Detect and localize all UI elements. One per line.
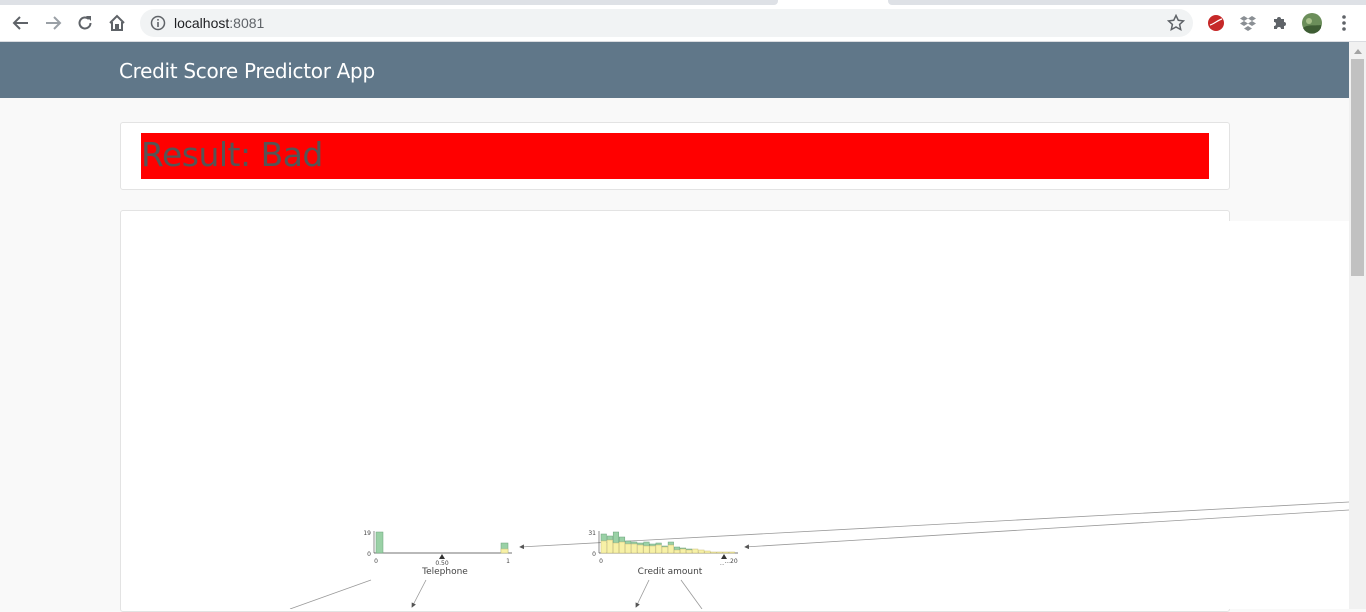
histogram-bar [612,531,619,544]
histogram-bar [619,541,626,554]
histogram-bar [606,535,613,541]
histogram-bar [643,545,650,554]
feature-label: Credit amount [638,567,703,577]
histogram-bar [600,540,607,554]
count-max-label: 19 [363,530,371,537]
page-scrollbar[interactable] [1349,42,1366,609]
histogram-bar [643,541,650,547]
histogram-bar [728,551,735,554]
histogram-bar [637,544,644,554]
histogram-bar [686,549,693,554]
scroll-up-arrow-icon[interactable] [1349,44,1366,58]
tree-edge [411,579,427,608]
split-value-label: 0.50 [435,560,449,567]
histogram-bar [631,543,638,554]
tree-node-telephone[interactable]: 19 0 0 0.50 1 Telephone [363,530,512,577]
tree-node-credit-amount[interactable]: 31 0 0 ... ...20 Credit amount [588,530,738,577]
count-max-label: 31 [588,530,596,537]
histogram-bar [704,550,711,554]
histogram-bar [631,541,638,545]
credit-amount-histogram [600,531,735,554]
histogram-bar [655,544,662,554]
scrollbar-thumb[interactable] [1351,59,1364,276]
histogram-bar [655,542,662,546]
histogram-bar [710,551,717,554]
tree-edge [680,579,703,609]
histogram-bar [716,551,723,554]
histogram-bar [619,536,626,543]
histogram-bar [698,549,705,554]
decision-tree-svg: 19 0 0 0.50 1 Telephone 31 0 0 ... ...20… [289,501,1349,609]
histogram-bar [680,548,687,554]
histogram-bar [637,542,644,546]
count-min-label: 0 [367,551,371,558]
x-min-label: 0 [374,558,378,565]
histogram-bar [625,540,632,545]
histogram-bar [600,533,607,542]
histogram-bar [649,543,656,547]
histogram-bar [625,543,632,554]
tree-edge [635,579,650,608]
histogram-bar [673,549,680,554]
histogram-bar [692,548,699,554]
histogram-bar [661,546,668,554]
tree-edge [289,579,372,609]
histogram-bar [500,548,509,554]
count-min-label: 0 [592,551,596,558]
histogram-bar [722,551,729,554]
histogram-bar [667,544,674,554]
histogram-bar [612,542,619,554]
histogram-bar [375,531,384,554]
tree-edge [744,509,1349,550]
histogram-bar [667,541,674,546]
split-marker [439,554,445,559]
histogram-bar [606,539,613,554]
histogram-bar [649,545,656,554]
histogram-bar [673,546,680,551]
x-max-label: ...20 [724,558,738,565]
x-max-label: 1 [506,558,510,565]
x-min-label: 0 [599,558,603,565]
tree-edge [519,501,1349,550]
feature-label: Telephone [421,567,468,577]
